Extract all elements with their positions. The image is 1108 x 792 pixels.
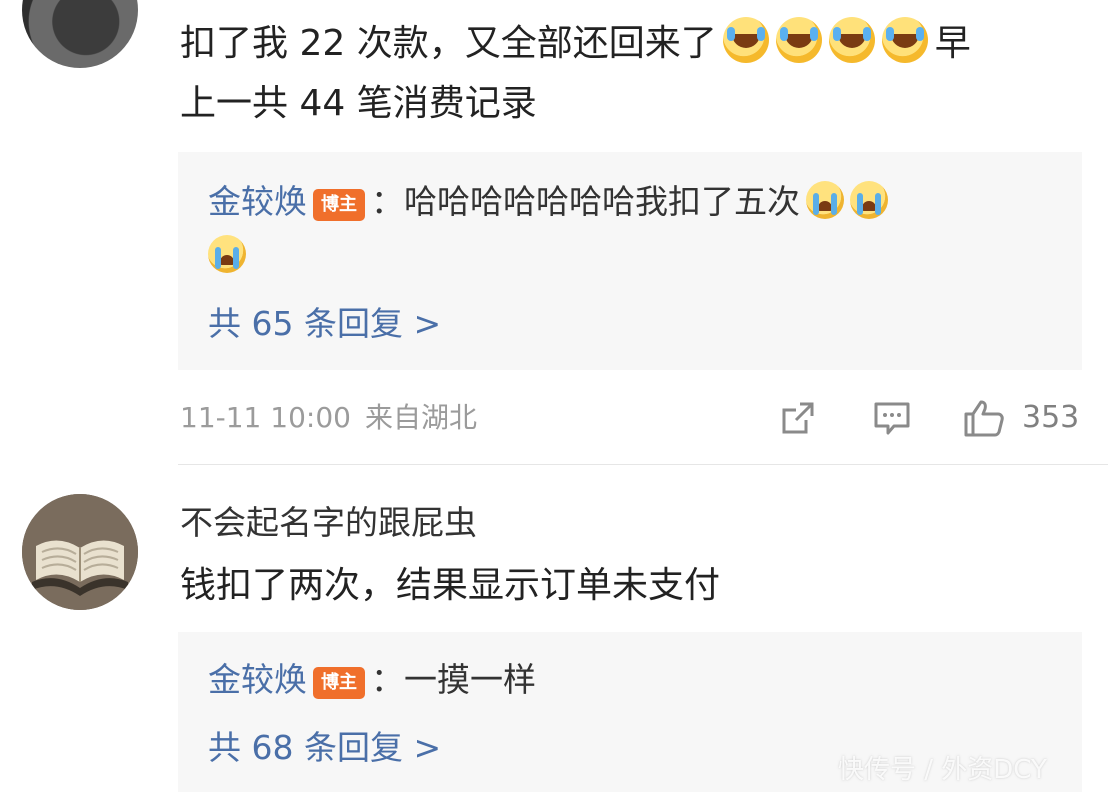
crying-emoji bbox=[806, 181, 844, 219]
book-icon bbox=[22, 494, 138, 610]
comment-text: 早 bbox=[934, 23, 971, 64]
comment-date: 11-11 10:00 bbox=[180, 401, 351, 434]
reply-preview-line2 bbox=[208, 232, 252, 280]
laugh-cry-emoji bbox=[828, 17, 875, 63]
reply-author[interactable]: 金较焕 bbox=[208, 182, 307, 221]
reply-text: 哈哈哈哈哈哈哈我扣了五次 bbox=[404, 182, 800, 221]
crying-emoji bbox=[208, 235, 246, 273]
like-icon[interactable] bbox=[962, 398, 1006, 438]
comment-text: 扣了我 22 次款，又全部还回来了 bbox=[180, 23, 717, 64]
watermark: 快传号 / 外资DCY bbox=[838, 755, 1047, 785]
like-count: 353 bbox=[1022, 400, 1080, 435]
comment-meta: 11-11 10:00 来自湖北 bbox=[180, 396, 477, 440]
laugh-cry-emoji bbox=[881, 17, 928, 63]
reply-preview: 金较焕 博主 ：哈哈哈哈哈哈哈我扣了五次 bbox=[208, 178, 894, 226]
comment-body: 扣了我 22 次款，又全部还回来了 早 bbox=[180, 14, 971, 74]
avatar[interactable] bbox=[22, 494, 138, 610]
reply-text: 一摸一样 bbox=[404, 660, 536, 699]
crying-emoji bbox=[850, 181, 888, 219]
reply-separator: ： bbox=[371, 660, 404, 699]
comment-body-line2: 上一共 44 笔消费记录 bbox=[180, 83, 537, 124]
reply-preview: 金较焕 博主 ：一摸一样 bbox=[208, 656, 536, 704]
share-icon[interactable] bbox=[778, 398, 818, 438]
comment-username[interactable]: 不会起名字的跟屁虫 bbox=[180, 496, 477, 550]
reply-box[interactable]: 金较焕 博主 ：哈哈哈哈哈哈哈我扣了五次 共 65 条回复 > bbox=[178, 152, 1082, 370]
divider bbox=[178, 464, 1108, 465]
comment-feed: 扣了我 22 次款，又全部还回来了早 上一共 44 笔消费记录 金较焕 博主 ：哈哈… bbox=[0, 0, 1108, 792]
author-badge: 博主 bbox=[313, 667, 365, 699]
comment-body: 钱扣了两次，结果显示订单未支付 bbox=[180, 565, 721, 606]
comment-location: 来自湖北 bbox=[364, 401, 477, 434]
author-badge: 博主 bbox=[313, 189, 365, 221]
reply-separator: ： bbox=[371, 182, 404, 221]
reply-author[interactable]: 金较焕 bbox=[208, 660, 307, 699]
avatar[interactable] bbox=[22, 0, 138, 68]
laugh-cry-emoji bbox=[722, 17, 769, 63]
more-replies-link[interactable]: 共 68 条回复 > bbox=[208, 724, 441, 772]
more-replies-link[interactable]: 共 65 条回复 > bbox=[208, 300, 441, 348]
laugh-cry-emoji bbox=[775, 17, 822, 63]
comment-icon[interactable] bbox=[872, 398, 912, 438]
